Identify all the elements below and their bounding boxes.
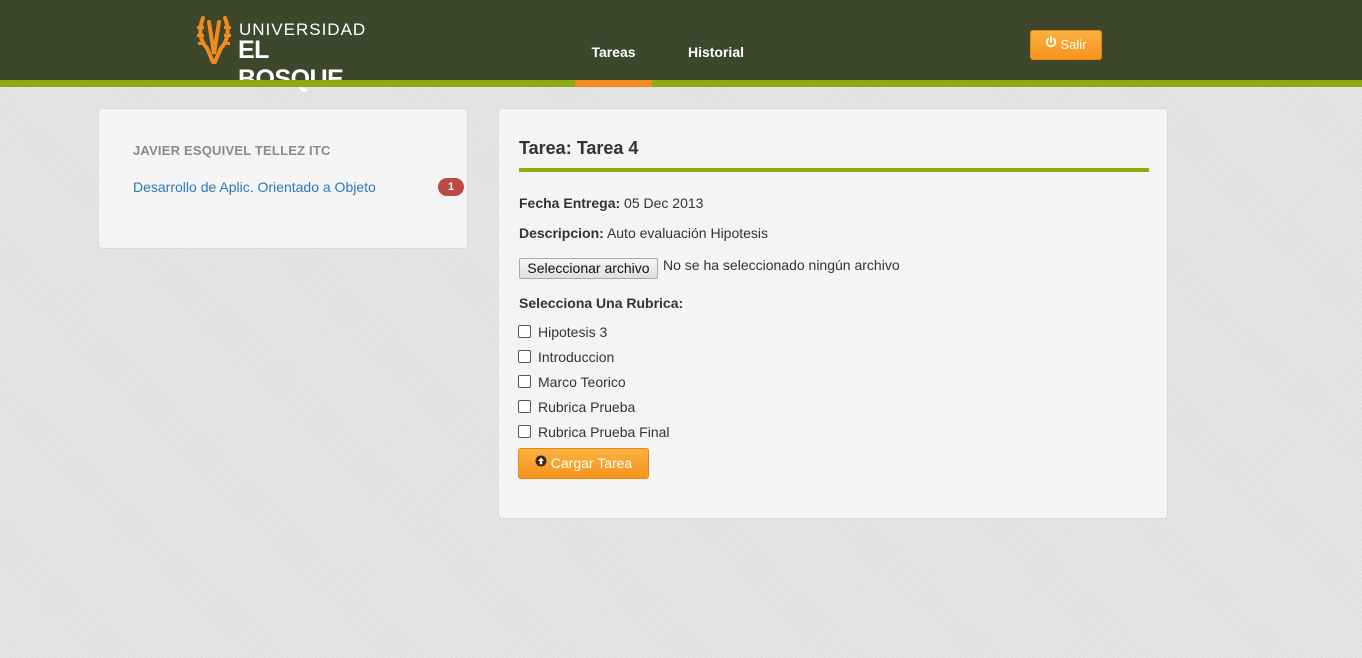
- power-icon: [1045, 30, 1057, 58]
- rubric-option[interactable]: Rubrica Prueba Final: [518, 419, 670, 444]
- file-status-text: No se ha seleccionado ningún archivo: [663, 257, 900, 273]
- due-date-value: 05 Dec 2013: [624, 195, 704, 211]
- rubric-list: Hipotesis 3 Introduccion Marco Teorico R…: [518, 319, 670, 444]
- description-row: Descripcion: Auto evaluación Hipotesis: [519, 225, 768, 241]
- rubric-checkbox[interactable]: [518, 425, 531, 438]
- rubric-label[interactable]: Hipotesis 3: [538, 324, 607, 340]
- due-date-row: Fecha Entrega: 05 Dec 2013: [519, 195, 703, 211]
- rubric-checkbox[interactable]: [518, 325, 531, 338]
- pending-count-badge: 1: [438, 178, 464, 196]
- title-divider: [519, 168, 1149, 172]
- nav-tab-tareas[interactable]: Tareas: [575, 0, 652, 80]
- active-tab-indicator: [575, 80, 652, 87]
- rubric-checkbox[interactable]: [518, 375, 531, 388]
- description-value: Auto evaluación Hipotesis: [606, 225, 769, 241]
- rubric-option[interactable]: Introduccion: [518, 344, 670, 369]
- rubric-label[interactable]: Rubrica Prueba: [538, 399, 635, 415]
- university-logo[interactable]: UNIVERSIDAD EL BOSQUE: [195, 14, 375, 93]
- course-link[interactable]: Desarrollo de Aplic. Orientado a Objeto: [133, 179, 376, 195]
- choose-file-button[interactable]: Seleccionar archivo: [519, 258, 658, 279]
- rubric-checkbox[interactable]: [518, 350, 531, 363]
- logout-button[interactable]: Salir: [1030, 30, 1102, 60]
- university-crest-icon: [197, 16, 231, 64]
- rubric-label[interactable]: Marco Teorico: [538, 374, 626, 390]
- top-header: UNIVERSIDAD EL BOSQUE Tareas Historial S…: [0, 0, 1362, 93]
- task-title: Tarea: Tarea 4: [519, 138, 639, 158]
- task-panel: Tarea: Tarea 4 Fecha Entrega: 05 Dec 201…: [498, 108, 1168, 519]
- sidebar-panel: JAVIER ESQUIVEL TELLEZ ITC Desarrollo de…: [98, 108, 468, 249]
- rubric-option[interactable]: Hipotesis 3: [518, 319, 670, 344]
- upload-task-label: Cargar Tarea: [550, 455, 633, 471]
- upload-task-button[interactable]: Cargar Tarea: [518, 448, 649, 479]
- logout-label: Salir: [1060, 37, 1087, 52]
- due-date-label: Fecha Entrega:: [519, 195, 621, 211]
- rubric-checkbox[interactable]: [518, 400, 531, 413]
- rubric-option[interactable]: Rubrica Prueba: [518, 394, 670, 419]
- rubric-label[interactable]: Introduccion: [538, 349, 614, 365]
- header-accent-stripe: [0, 80, 1362, 87]
- upload-circle-icon: [535, 448, 547, 477]
- nav-tab-historial[interactable]: Historial: [678, 0, 754, 80]
- description-label: Descripcion:: [519, 225, 604, 241]
- rubric-option[interactable]: Marco Teorico: [518, 369, 670, 394]
- rubric-heading: Selecciona Una Rubrica:: [519, 295, 684, 311]
- rubric-label[interactable]: Rubrica Prueba Final: [538, 424, 670, 440]
- user-name: JAVIER ESQUIVEL TELLEZ ITC: [133, 143, 331, 158]
